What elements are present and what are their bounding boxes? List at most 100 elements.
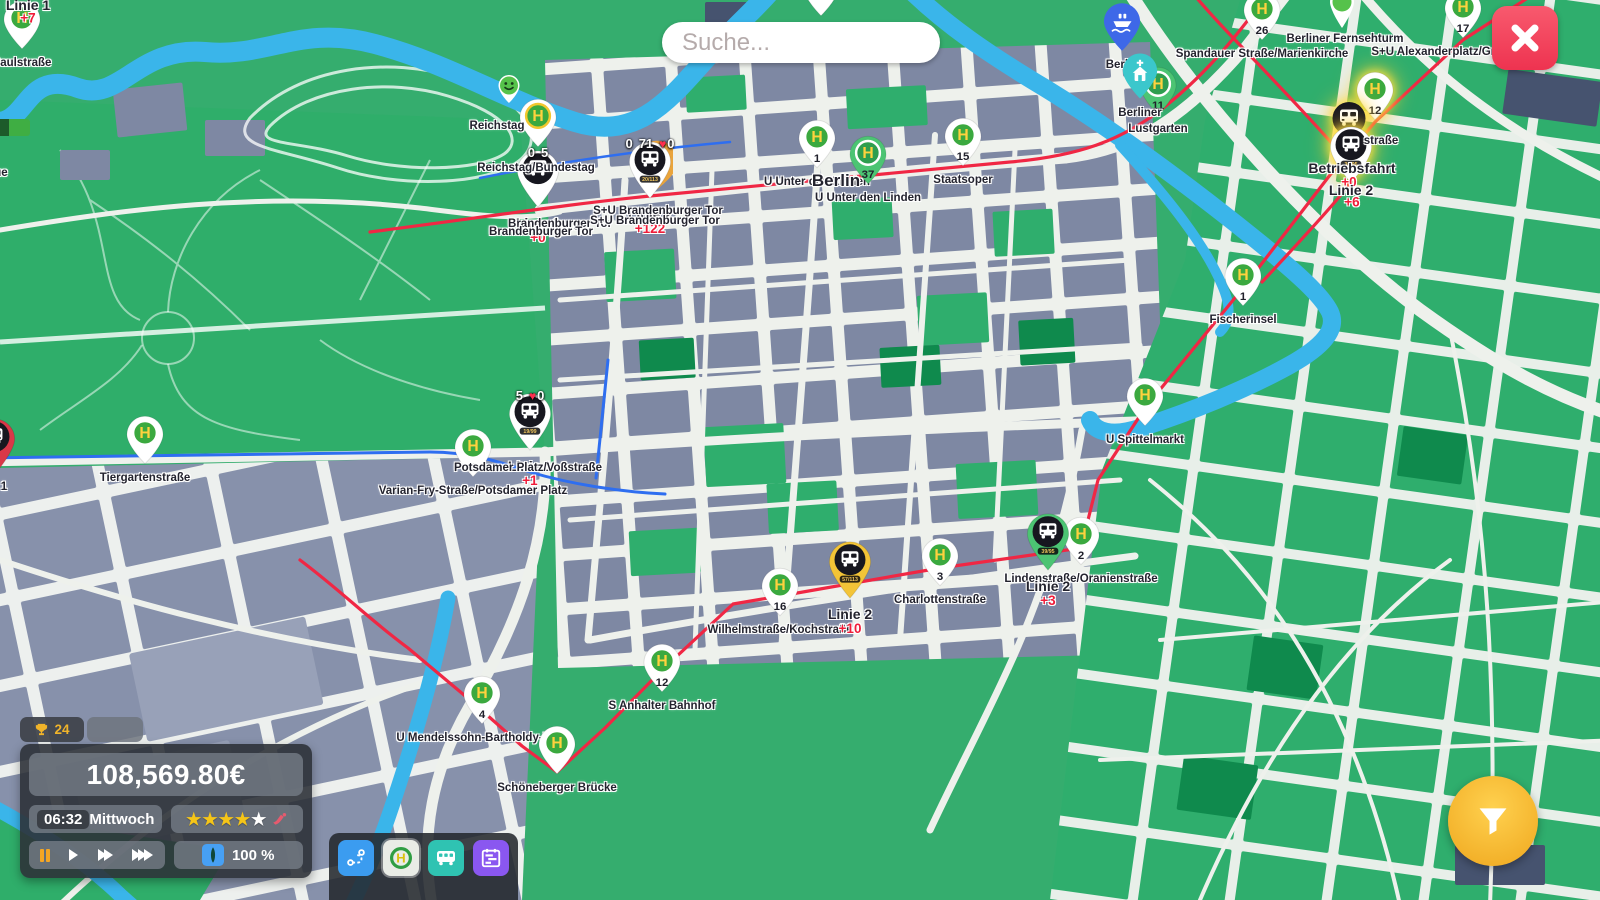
bus-stop-pin[interactable]: H 37U Unter den Linden <box>849 135 887 190</box>
svg-text:3: 3 <box>937 571 943 583</box>
svg-text:39/95: 39/95 <box>1041 549 1054 555</box>
star-filled-icon: ★ <box>202 811 217 828</box>
svg-text:H: H <box>1457 0 1468 16</box>
buses-tool-button[interactable] <box>428 840 464 876</box>
svg-text:30/95: 30/95 <box>1344 162 1357 168</box>
pause-button[interactable] <box>40 849 50 862</box>
svg-text:4: 4 <box>479 709 486 721</box>
bus-stop-pin-shape: H 37 <box>849 135 887 185</box>
svg-text:15: 15 <box>957 151 970 163</box>
bus-passenger-stats: 5♥0 <box>516 388 545 403</box>
bus-stop-pin-shape: H 1 <box>798 119 836 169</box>
bus-stop-pin[interactable]: H 4U Mendelssohn-Bartholdy-Park <box>463 675 501 730</box>
route-planner-tool-button[interactable] <box>338 840 374 876</box>
svg-text:H: H <box>16 10 27 27</box>
close-icon <box>1507 20 1543 56</box>
play-button[interactable] <box>69 849 78 861</box>
trophy-tab[interactable]: 24 <box>20 717 84 742</box>
svg-text:12: 12 <box>1369 105 1382 117</box>
timetable-tool-button[interactable] <box>473 840 509 876</box>
poi-label: Berliner <box>1118 107 1161 119</box>
bus-stop-pin-shape: H <box>3 0 41 50</box>
ship-pin[interactable]: Berlin <box>1103 2 1141 57</box>
fast-forward-button[interactable] <box>98 849 113 861</box>
svg-text:H: H <box>811 129 822 146</box>
bus-stop-pin-shape: H 3 <box>921 537 959 587</box>
bus-stop-pin-shape: H 16 <box>761 567 799 617</box>
bus-stop-pin[interactable]: H 1Fischerinsel <box>1224 257 1262 312</box>
bus-stop-pin[interactable]: H 16Wilhelmstraße/Kochstraße <box>761 567 799 622</box>
bus-stop-label: Tiergartenstraße <box>100 472 191 484</box>
bus-passenger-stats: 071♥0 <box>625 136 674 151</box>
bus-stop-pin[interactable]: H 26Spandauer Straße/Marienkirche <box>1243 0 1281 46</box>
bus-stop-pin-shape: H <box>538 725 576 775</box>
bus-stop-pin-shape: H <box>802 0 840 17</box>
bus-stop-pin[interactable]: H Tiergartenstraße <box>126 415 164 470</box>
funnel-icon <box>1474 802 1512 840</box>
filter-button[interactable] <box>1448 776 1538 866</box>
fast-forward-icon <box>98 849 113 861</box>
bus-line-label: Linie 2 <box>1026 578 1070 594</box>
ship-icon <box>1103 2 1141 52</box>
fastest-forward-button[interactable] <box>132 849 153 861</box>
hud-secondary-tab[interactable] <box>87 717 143 742</box>
bus-pin[interactable] <box>0 417 17 482</box>
bus-stop-pin-shape: H 4 <box>463 675 501 725</box>
svg-text:7: 7 <box>470 462 476 474</box>
bus-stop-pin[interactable]: H 12S Anhalter Bahnhof <box>643 643 681 698</box>
bus-stop-pin[interactable]: H Paulstraße <box>3 0 41 55</box>
church-pin[interactable]: Berliner <box>1122 52 1158 105</box>
search-input[interactable] <box>662 22 940 63</box>
bus-stop-pin-shape: H 26 <box>1243 0 1281 41</box>
bus-pin[interactable]: 57/113Linie 2+10 <box>827 540 873 605</box>
rating-display: ★★★★★ <box>171 805 303 833</box>
bus-stop-pin[interactable]: H 1U Unter den Linden <box>798 119 836 174</box>
bus-stops-tool-button[interactable]: H <box>383 840 419 876</box>
bus-stop-pin[interactable]: H 3Charlottenstraße <box>921 537 959 592</box>
bus-stop-pin[interactable]: H <box>802 0 840 22</box>
trophy-icon <box>34 722 49 737</box>
play-icon <box>69 849 78 861</box>
bus-stop-pin[interactable]: H U Spittelmarkt <box>1126 377 1164 432</box>
star-filled-icon: ★ <box>186 811 201 828</box>
bus-stop-label: Wilhelmstraße/Kochstraße <box>708 624 853 636</box>
svg-text:H: H <box>1369 81 1380 98</box>
poi-pin[interactable] <box>1327 0 1357 34</box>
svg-text:19/99: 19/99 <box>523 429 536 435</box>
bus-pin-shape: 57/113 <box>827 540 873 600</box>
clock-panel: 06:32 Mittwoch <box>29 805 162 833</box>
bus-stop-pin[interactable]: H 7Varian-Fry-Straße/Potsdamer Platz <box>454 428 492 483</box>
svg-text:57/113: 57/113 <box>842 577 858 583</box>
bus-pin[interactable]: 05Linie 1+0 <box>515 149 561 214</box>
bus-pin[interactable]: 39/95Linie 2+3 <box>1025 512 1071 577</box>
close-button[interactable] <box>1492 6 1558 70</box>
bus-stop-pin[interactable]: H 17S+U Alexanderplatz/Grunerstraße <box>1444 0 1482 44</box>
svg-text:1: 1 <box>814 153 821 165</box>
bus-pin[interactable]: 19/995♥0Linie 1+1 <box>507 392 553 457</box>
bus-delay-label: +122 <box>635 221 665 236</box>
bus-pin-shape: 30/95 <box>1328 125 1374 185</box>
bus-line-label: Linie 2 <box>628 206 672 222</box>
money-display: 108,569.80€ <box>29 753 303 796</box>
bus-icon <box>434 846 458 870</box>
smiley-pin[interactable] <box>496 73 522 110</box>
svg-text:H: H <box>1075 526 1086 543</box>
bus-stop-label: Paulstraße <box>0 57 51 69</box>
svg-text:H: H <box>1256 1 1267 18</box>
svg-text:H: H <box>396 851 405 866</box>
bus-pin[interactable]: 30/95 <box>1328 125 1374 190</box>
bus-delay-label: +10 <box>839 621 862 636</box>
bus-stop-pin[interactable]: H 15Staatsoper <box>944 117 982 172</box>
bus-stop-label: Lustgarten <box>1128 123 1187 135</box>
timetable-icon <box>480 847 502 869</box>
star-empty-icon: ★ <box>251 811 266 828</box>
svg-text:2: 2 <box>1078 550 1084 562</box>
clock: 06:32 <box>37 810 89 829</box>
bus-pin[interactable]: 20/113071♥0Linie 2+122 <box>627 140 673 205</box>
bus-stop-pin[interactable]: H Schöneberger Brücke <box>538 725 576 780</box>
svg-text:1: 1 <box>1240 291 1247 303</box>
bus-stop-pin-shape: H 7 <box>454 428 492 478</box>
svg-text:H: H <box>467 438 478 455</box>
bus-stop-label: Schöneberger Brücke <box>497 782 617 794</box>
bus-stop-pin-shape: H 17 <box>1444 0 1482 39</box>
